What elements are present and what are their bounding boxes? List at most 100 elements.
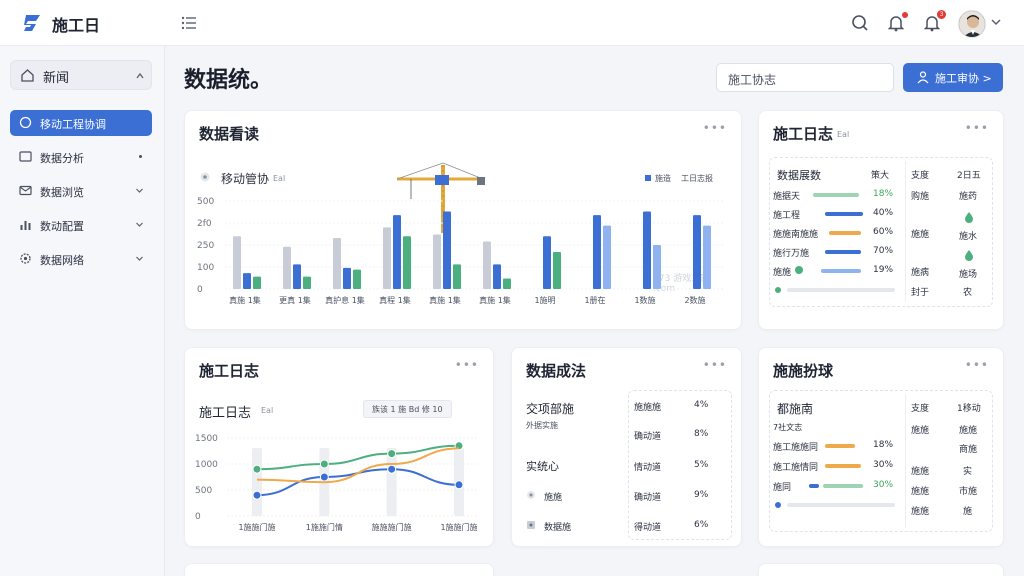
bar bbox=[233, 236, 241, 289]
more-icon[interactable]: ••• bbox=[965, 121, 989, 135]
panel-header: 数据展数 bbox=[777, 169, 821, 182]
footer-r1: 封于 bbox=[911, 288, 930, 298]
row-r2: 施药 bbox=[959, 192, 978, 202]
bar bbox=[383, 227, 391, 289]
progress-bar bbox=[825, 464, 861, 468]
drop-icon bbox=[965, 250, 973, 261]
menu-icon[interactable] bbox=[180, 14, 198, 32]
row-label: 施工施情同 bbox=[773, 463, 819, 473]
avatar[interactable] bbox=[958, 10, 986, 38]
progress-bar bbox=[829, 231, 861, 235]
logo-icon[interactable] bbox=[22, 12, 44, 34]
chart-tag: Eal bbox=[261, 406, 274, 415]
x-tick-label: 真护息 1集 bbox=[325, 295, 365, 305]
more-icon[interactable]: ••• bbox=[703, 358, 727, 372]
sidebar-item-network[interactable]: 数据网络 bbox=[10, 246, 152, 272]
sidebar-head-label: 新闻 bbox=[43, 71, 70, 86]
bar bbox=[303, 276, 311, 289]
row-r1: 施病 bbox=[911, 268, 930, 278]
x-tick-label: 施施施门施 bbox=[372, 522, 412, 532]
card-log-right: 施工日志 Eal ••• 数据展数 策大 支度 2日五 施据天 18% 购施 施… bbox=[758, 110, 1004, 330]
progress-bar bbox=[821, 269, 861, 273]
chevron-down-icon[interactable] bbox=[990, 16, 1002, 28]
divider bbox=[905, 161, 906, 301]
data-point bbox=[252, 464, 262, 474]
gear-icon bbox=[20, 253, 31, 264]
bar bbox=[593, 215, 601, 289]
right-cell: 施施 bbox=[911, 507, 930, 517]
row-label: 施施南施施 bbox=[773, 230, 819, 240]
search-icon[interactable] bbox=[850, 13, 870, 33]
right-cell: 施施 bbox=[959, 426, 978, 436]
x-tick-label: 真施 1集 bbox=[229, 295, 261, 305]
dot-icon bbox=[139, 155, 142, 158]
row-pct: 70% bbox=[873, 246, 894, 256]
card-progress: 施施扮球 ••• 都施南 7社文志 施工施施同 18% 施工施情同 30% 施同… bbox=[758, 347, 1004, 547]
user-icon bbox=[917, 71, 929, 84]
table-label: 确动道 bbox=[634, 432, 662, 442]
row-r1: 购施 bbox=[911, 192, 930, 202]
page-title: 数据统。 bbox=[184, 68, 273, 93]
puzzle-icon bbox=[527, 521, 535, 529]
bar bbox=[433, 234, 441, 289]
bar bbox=[393, 215, 401, 289]
row-label: 施据天 bbox=[773, 192, 801, 202]
column-band bbox=[252, 448, 262, 516]
sidebar-item-config[interactable]: 数动配置 bbox=[10, 212, 152, 238]
bar bbox=[693, 215, 701, 289]
notification-dot bbox=[902, 12, 908, 18]
x-tick-label: 1施明 bbox=[534, 295, 555, 305]
row-r2: 施场 bbox=[959, 270, 978, 280]
row-label: 施工程 bbox=[773, 211, 801, 221]
more-icon[interactable]: ••• bbox=[703, 121, 727, 135]
y-tick-label: 0 bbox=[195, 512, 201, 522]
card-title: 数据成法 bbox=[526, 362, 587, 380]
chevron-up-icon[interactable] bbox=[135, 71, 145, 81]
footer-r2: 农 bbox=[963, 288, 973, 298]
row-pct: 19% bbox=[873, 265, 894, 275]
card-construction-log: 施工日志 ••• 施工日志 Eal 族该 1 施 Bd 修 10 1500 100… bbox=[184, 347, 494, 547]
filter-chip[interactable]: 族该 1 施 Bd 修 10 bbox=[363, 400, 452, 418]
status-dot bbox=[775, 287, 781, 293]
table-label: 情动道 bbox=[634, 463, 662, 473]
sidebar-item-mobile-coordination[interactable]: 移动工程协调 bbox=[10, 110, 152, 136]
chevron-down-icon bbox=[136, 222, 143, 227]
bar bbox=[443, 211, 451, 289]
x-tick-label: 1数施 bbox=[634, 295, 655, 305]
bar bbox=[503, 278, 511, 289]
status-item-title: 施施 bbox=[544, 493, 563, 503]
chart-subtitle: 移动管协 bbox=[221, 172, 270, 186]
line-chart: 1500 1000 500 0 1施施门施 1施施门情 施施施门施 1施施门施 bbox=[195, 434, 479, 532]
x-tick-label: 1施施门情 bbox=[306, 522, 343, 532]
sidebar-head[interactable]: 新闻 bbox=[10, 60, 152, 90]
status-item-sub: 外据实施 bbox=[526, 421, 558, 430]
x-tick-label: 真施 1集 bbox=[429, 295, 461, 305]
search-input[interactable]: 施工协志 bbox=[716, 63, 894, 92]
bar bbox=[453, 264, 461, 289]
home-icon bbox=[21, 69, 34, 82]
chevron-down-icon bbox=[136, 256, 143, 261]
legend-label: 工日志报 bbox=[681, 174, 713, 183]
row-label: 施工施施同 bbox=[773, 443, 819, 453]
y-tick-label: 500 bbox=[197, 197, 214, 207]
app-title: 施工日 bbox=[52, 16, 101, 35]
data-point bbox=[454, 480, 464, 490]
status-item-title: 实统心 bbox=[526, 460, 559, 473]
right-cell: 施 bbox=[963, 507, 973, 517]
primary-action-button[interactable]: 施工审协 > bbox=[903, 63, 1003, 92]
bar bbox=[243, 273, 251, 289]
series-line bbox=[256, 444, 460, 471]
sidebar-item-data-analysis[interactable]: 数据分析 bbox=[10, 144, 152, 170]
table-pct: 4% bbox=[694, 400, 709, 410]
footer-bar bbox=[787, 503, 895, 507]
more-icon[interactable]: ••• bbox=[965, 358, 989, 372]
row-r2: 施水 bbox=[959, 232, 978, 242]
data-point bbox=[319, 459, 329, 469]
x-tick-label: 1施施门施 bbox=[238, 522, 275, 532]
bar bbox=[343, 267, 351, 289]
sidebar-item-data-browse[interactable]: 数据浏览 bbox=[10, 178, 152, 204]
more-icon[interactable]: ••• bbox=[455, 358, 479, 372]
bar bbox=[403, 236, 411, 289]
card-bottom-right bbox=[758, 563, 1004, 576]
bar bbox=[603, 225, 611, 289]
